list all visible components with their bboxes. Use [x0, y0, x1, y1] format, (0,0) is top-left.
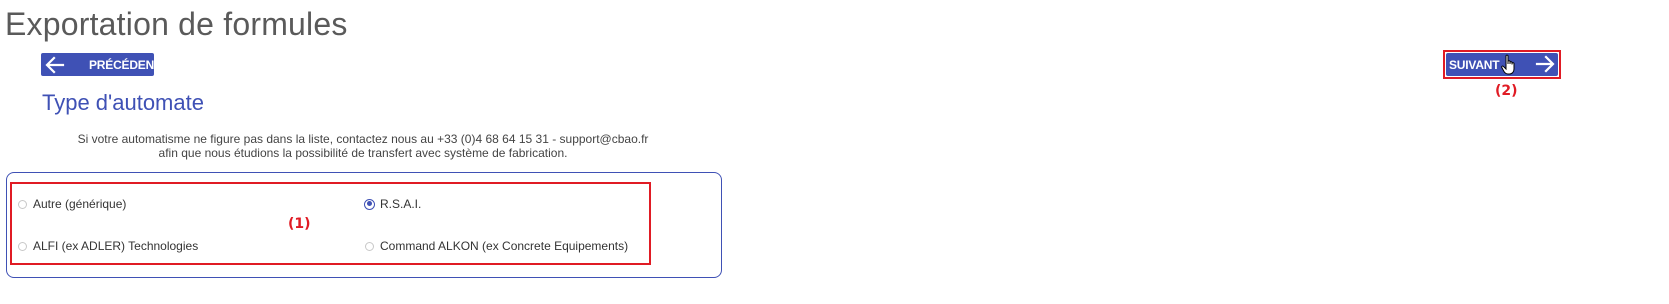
radio-label: ALFI (ex ADLER) Technologies — [33, 239, 199, 253]
previous-button[interactable]: PRÉCÉDENT — [41, 53, 161, 76]
info-line-1: Si votre automatisme ne figure pas dans … — [77, 132, 649, 146]
previous-button-label: PRÉCÉDENT — [89, 57, 162, 72]
arrow-left-icon — [45, 55, 65, 74]
page-title: Exportation de formules — [5, 6, 348, 42]
radio-option-alfi[interactable]: ALFI (ex ADLER) Technologies — [18, 239, 198, 253]
radio-option-rsai[interactable]: R.S.A.I. — [364, 197, 422, 211]
section-title: Type d'automate — [42, 90, 204, 115]
radio-option-autre[interactable]: Autre (générique) — [18, 197, 126, 211]
next-button-label: SUIVANT — [1449, 57, 1500, 72]
radio-label: Autre (générique) — [33, 197, 127, 211]
radio-button[interactable] — [18, 241, 27, 251]
radio-button[interactable] — [18, 199, 27, 209]
radio-button[interactable] — [365, 241, 374, 251]
annotation-2: (2) — [1495, 83, 1518, 99]
arrow-right-icon — [1535, 55, 1555, 73]
radio-button-checked[interactable] — [364, 198, 375, 210]
info-line-2: afin que nous étudions la possibilité de… — [158, 146, 568, 160]
radio-label: Command ALKON (ex Concrete Equipements) — [380, 239, 629, 253]
info-text: Si votre automatisme ne figure pas dans … — [60, 132, 666, 160]
radio-label: R.S.A.I. — [380, 197, 422, 211]
hand-cursor-icon — [1501, 54, 1515, 75]
annotation-1: (1) — [288, 216, 311, 232]
radio-option-command-alkon[interactable]: Command ALKON (ex Concrete Equipements) — [365, 239, 628, 253]
